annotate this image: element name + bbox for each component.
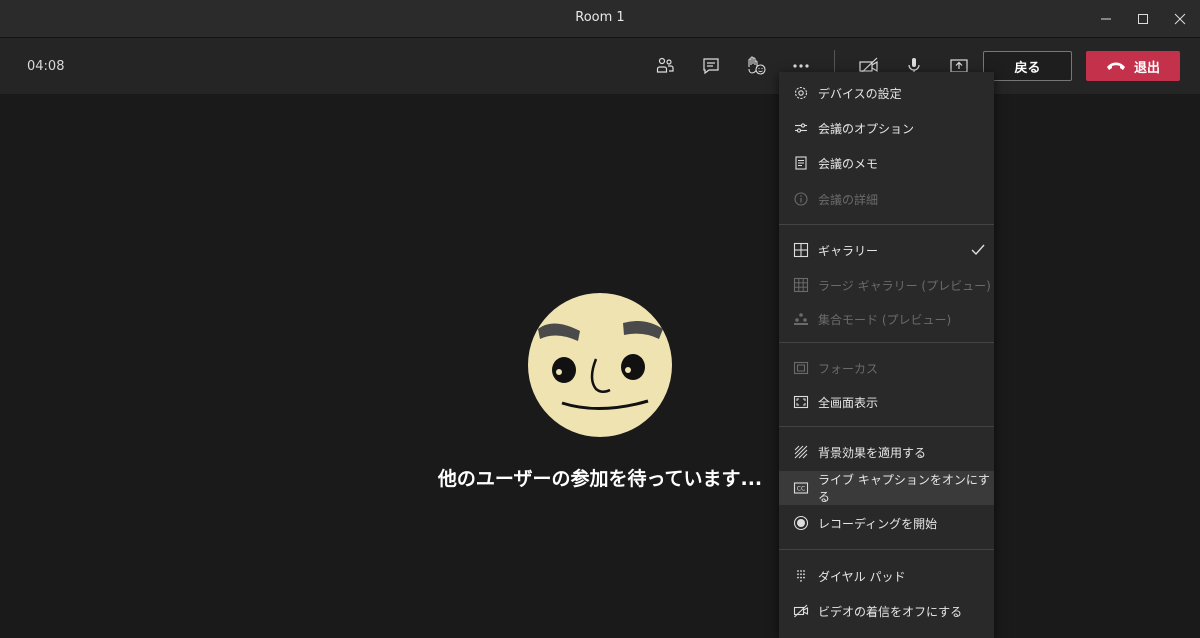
menu-item-label: ダイヤル パッド — [818, 569, 906, 584]
menu-item-meeting-details[interactable]: 会議の詳細 — [779, 182, 994, 216]
menu-item-gallery[interactable]: ギャラリー — [779, 233, 994, 267]
menu-item-label: 背景効果を適用する — [818, 445, 927, 460]
menu-item-label: レコーディングを開始 — [818, 516, 938, 531]
together-mode-icon — [793, 311, 809, 327]
background-effects-icon — [793, 444, 809, 460]
menu-item-meeting-options[interactable]: 会議のオプション — [779, 111, 994, 145]
avatar — [528, 293, 672, 437]
menu-item-label: 会議のオプション — [818, 121, 915, 136]
gear-icon — [793, 85, 809, 101]
title-bar: Room 1 — [0, 0, 1200, 38]
menu-item-label: デバイスの設定 — [818, 86, 902, 101]
menu-item-label: 全画面表示 — [818, 395, 879, 410]
menu-divider — [779, 549, 994, 550]
svg-text:CC: CC — [797, 486, 805, 493]
menu-item-meeting-notes[interactable]: 会議のメモ — [779, 146, 994, 180]
notes-icon — [793, 155, 809, 171]
menu-item-device-settings[interactable]: デバイスの設定 — [779, 76, 994, 110]
menu-item-label: 会議のメモ — [818, 156, 879, 171]
sliders-icon — [793, 120, 809, 136]
menu-item-turn-off-incoming-video[interactable]: ビデオの着信をオフにする — [779, 594, 994, 628]
window-title: Room 1 — [575, 10, 625, 25]
gallery-grid-icon — [793, 242, 809, 258]
meeting-toolbar: 04:08 戻る 退出 — [0, 38, 1200, 94]
menu-item-live-captions[interactable]: CC ライブ キャプションをオンにする — [779, 471, 994, 505]
back-button[interactable]: 戻る — [983, 51, 1072, 81]
menu-item-focus[interactable]: フォーカス — [779, 351, 994, 385]
menu-item-label: ギャラリー — [818, 243, 879, 258]
leave-button[interactable]: 退出 — [1086, 51, 1180, 81]
close-icon — [1174, 13, 1186, 25]
menu-item-label: ライブ キャプションをオンにする — [818, 473, 990, 504]
chat-icon — [703, 58, 719, 75]
close-window-button[interactable] — [1167, 6, 1193, 32]
menu-item-together-mode[interactable]: 集合モード (プレビュー) — [779, 302, 994, 336]
more-actions-menu: デバイスの設定 会議のオプション 会議のメモ 会議の詳細 ギャラリー ラージ ギ… — [779, 72, 994, 638]
menu-item-large-gallery[interactable]: ラージ ギャラリー (プレビュー) — [779, 268, 994, 302]
maximize-icon — [1138, 14, 1148, 24]
meeting-timer: 04:08 — [27, 59, 65, 74]
reactions-button[interactable] — [744, 54, 768, 78]
menu-item-fullscreen[interactable]: 全画面表示 — [779, 385, 994, 419]
fullscreen-icon — [793, 394, 809, 410]
menu-item-label: 会議の詳細 — [818, 192, 879, 207]
menu-item-background-effects[interactable]: 背景効果を適用する — [779, 435, 994, 469]
participants-button[interactable] — [653, 54, 677, 78]
video-off-icon — [793, 603, 809, 619]
menu-item-start-recording[interactable]: レコーディングを開始 — [779, 506, 994, 540]
minimize-icon — [1101, 18, 1111, 20]
menu-divider — [779, 342, 994, 343]
checkmark-icon — [970, 242, 986, 261]
minimize-button[interactable] — [1093, 6, 1119, 32]
menu-divider — [779, 426, 994, 427]
dialpad-icon — [793, 568, 809, 584]
menu-item-label: ラージ ギャラリー (プレビュー) — [818, 278, 991, 293]
hang-up-icon — [1106, 62, 1125, 70]
chat-button[interactable] — [699, 54, 723, 78]
meeting-stage: 他のユーザーの参加を待っています... — [0, 94, 1200, 638]
waiting-message: 他のユーザーの参加を待っています... — [437, 468, 763, 490]
menu-item-label: フォーカス — [818, 361, 879, 376]
cc-icon: CC — [793, 480, 809, 496]
maximize-button[interactable] — [1130, 6, 1156, 32]
menu-item-label: ビデオの着信をオフにする — [818, 604, 963, 619]
large-gallery-icon — [793, 277, 809, 293]
record-icon — [793, 515, 809, 531]
raise-hand-icon — [748, 56, 766, 75]
focus-icon — [793, 360, 809, 376]
menu-item-label: 集合モード (プレビュー) — [818, 312, 952, 327]
menu-item-dial-pad[interactable]: ダイヤル パッド — [779, 559, 994, 593]
participants-icon — [656, 57, 674, 73]
leave-button-label: 退出 — [1133, 60, 1160, 76]
info-icon — [793, 191, 809, 207]
menu-divider — [779, 224, 994, 225]
